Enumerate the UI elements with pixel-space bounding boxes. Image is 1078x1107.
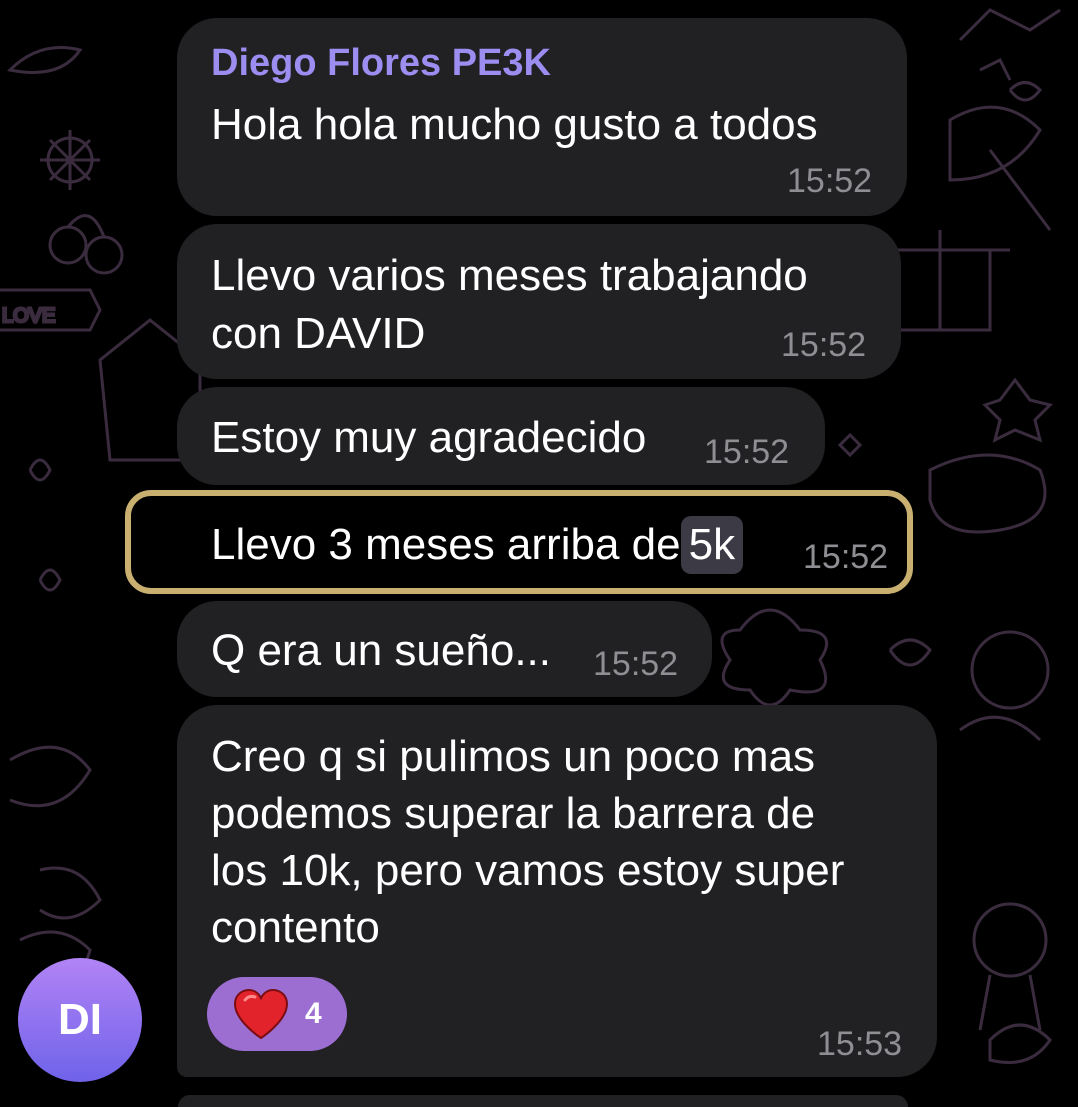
reaction-count: 4 — [305, 997, 322, 1030]
message-text: Estoy muy agradecido — [211, 413, 647, 462]
sender-avatar[interactable]: DI — [18, 958, 142, 1082]
message-bubble[interactable]: Creo q si pulimos un poco mas podemos su… — [177, 705, 937, 1077]
next-message-bubble-edge — [178, 1095, 908, 1107]
message-text: Q era un sueño... — [211, 626, 551, 675]
reaction-chip[interactable]: 4 — [207, 977, 347, 1051]
message-text-line: Llevo varios meses trabajando — [211, 251, 808, 300]
message-bubble[interactable]: Llevo varios meses trabajando con DAVID … — [177, 224, 901, 379]
message-text-line: contento — [211, 903, 380, 952]
message-timestamp: 15:52 — [781, 326, 867, 364]
message-timestamp: 15:53 — [817, 1025, 903, 1063]
message-text-line: Creo q si pulimos un poco mas — [211, 732, 816, 781]
message-text-main: Llevo 3 meses arriba de — [211, 520, 681, 569]
message-timestamp: 15:52 — [704, 433, 790, 471]
love-doodle-text: LOVE — [2, 305, 55, 327]
highlighted-amount: 5k — [680, 516, 744, 574]
message-text-line: podemos superar la barrera de — [211, 789, 816, 838]
message-bubble[interactable]: Estoy muy agradecido 15:52 — [177, 387, 825, 485]
message-timestamp: 15:52 — [787, 162, 873, 200]
message-bubble-highlighted[interactable]: Llevo 3 meses arriba de 5k 15:52 — [177, 505, 907, 585]
message-text: Hola hola mucho gusto a todos — [211, 100, 818, 149]
message-text-line: los 10k, pero vamos estoy super — [211, 846, 845, 895]
message-text: Llevo 3 meses arriba de 5k — [211, 516, 744, 574]
message-bubble[interactable]: Q era un sueño... 15:52 — [177, 601, 712, 697]
message-timestamp: 15:52 — [803, 538, 889, 576]
message-timestamp: 15:52 — [593, 645, 679, 683]
message-bubble[interactable]: Diego Flores PE3K Hola hola mucho gusto … — [177, 18, 907, 216]
message-text-line: con DAVID — [211, 309, 426, 358]
heart-icon — [233, 988, 289, 1040]
sender-name[interactable]: Diego Flores PE3K — [211, 42, 551, 85]
